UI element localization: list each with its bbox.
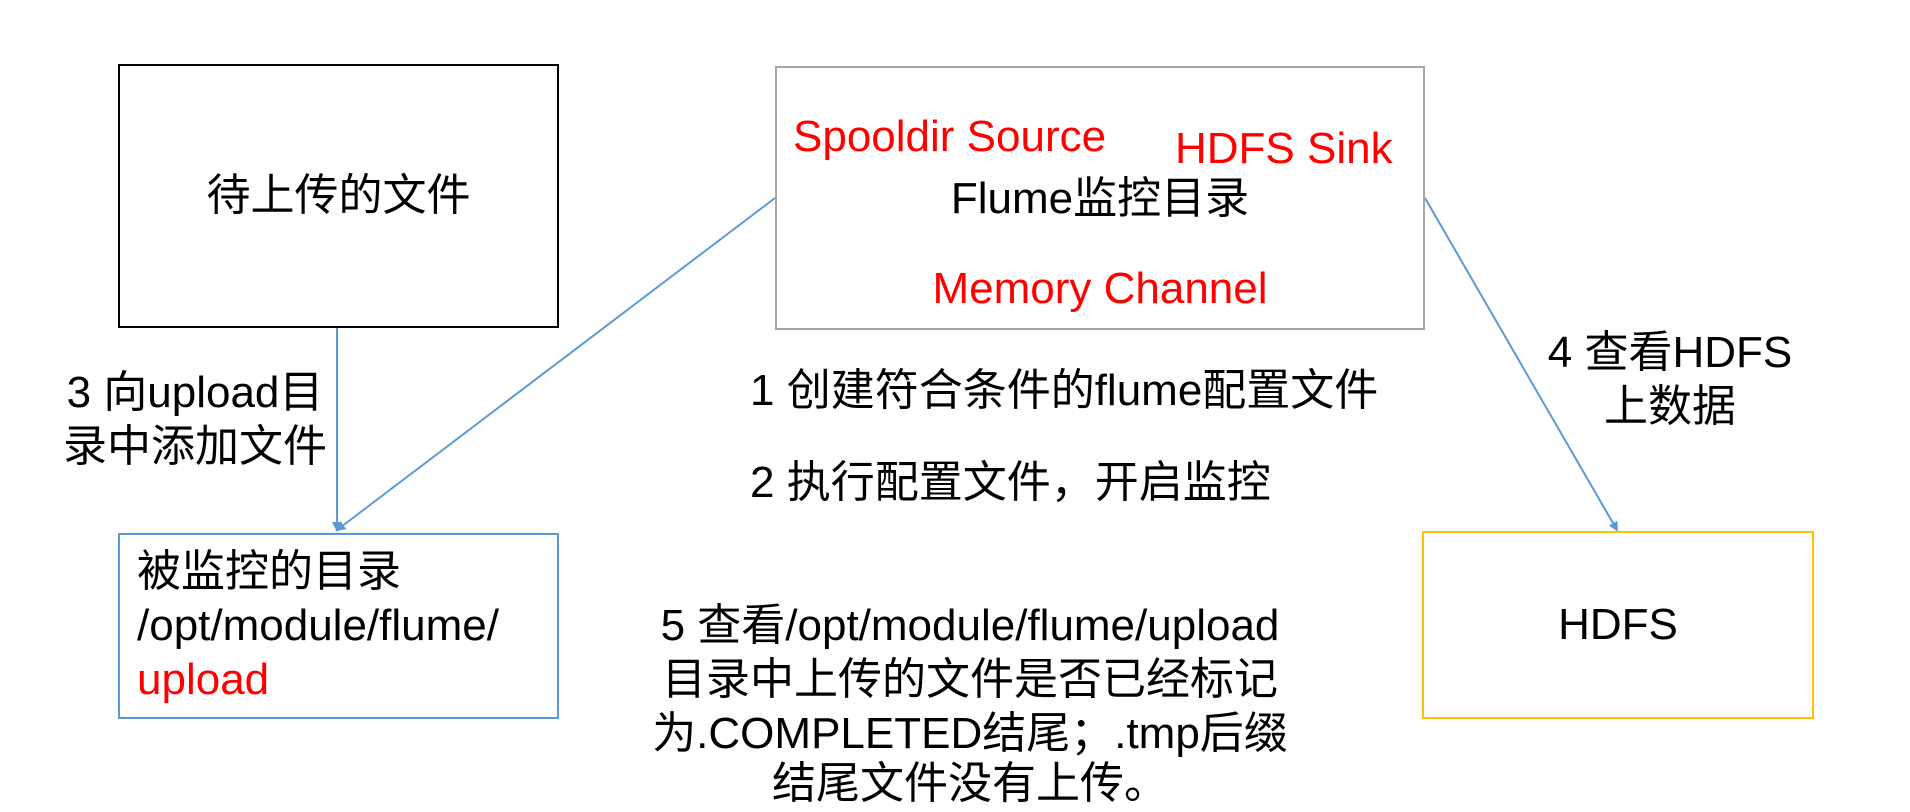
step-5-line-2: 目录中上传的文件是否已经标记	[662, 655, 1278, 704]
step-5-line-4: 结尾文件没有上传。	[772, 759, 1168, 808]
spooldir-source-label: Spooldir Source	[793, 112, 1107, 161]
monitored-dir-title: 被监控的目录	[137, 547, 401, 596]
flume-monitor-title: Flume监控目录	[950, 174, 1250, 223]
upload-file-box: 待上传的文件	[118, 64, 559, 328]
hdfs-box: HDFS	[1422, 531, 1814, 719]
step-3-line-1: 3 向upload目	[66, 368, 324, 417]
flume-monitor-box: Spooldir Source HDFS Sink Flume监控目录 Memo…	[775, 66, 1425, 330]
step-3-line-2: 录中添加文件	[63, 422, 327, 471]
monitored-dir-path: /opt/module/flume/	[137, 601, 499, 650]
monitored-dir-upload: upload	[137, 655, 270, 704]
hdfs-sink-label: HDFS Sink	[1175, 124, 1393, 173]
step-5-line-3: 为.COMPLETED结尾；.tmp后缀	[652, 709, 1288, 758]
memory-channel-label: Memory Channel	[932, 264, 1268, 313]
step-5-line-1: 5 查看/opt/module/flume/upload	[660, 601, 1280, 650]
step-2-text: 2 执行配置文件，开启监控	[750, 458, 1271, 507]
step-4-line-1: 4 查看HDFS	[1547, 328, 1793, 377]
step-4-line-2: 上数据	[1604, 382, 1736, 431]
upload-file-label: 待上传的文件	[206, 171, 471, 220]
monitored-dir-box: 被监控的目录 /opt/module/flume/ upload	[118, 533, 559, 719]
hdfs-label: HDFS	[1558, 600, 1678, 649]
step-1-text: 1 创建符合条件的flume配置文件	[750, 366, 1379, 415]
